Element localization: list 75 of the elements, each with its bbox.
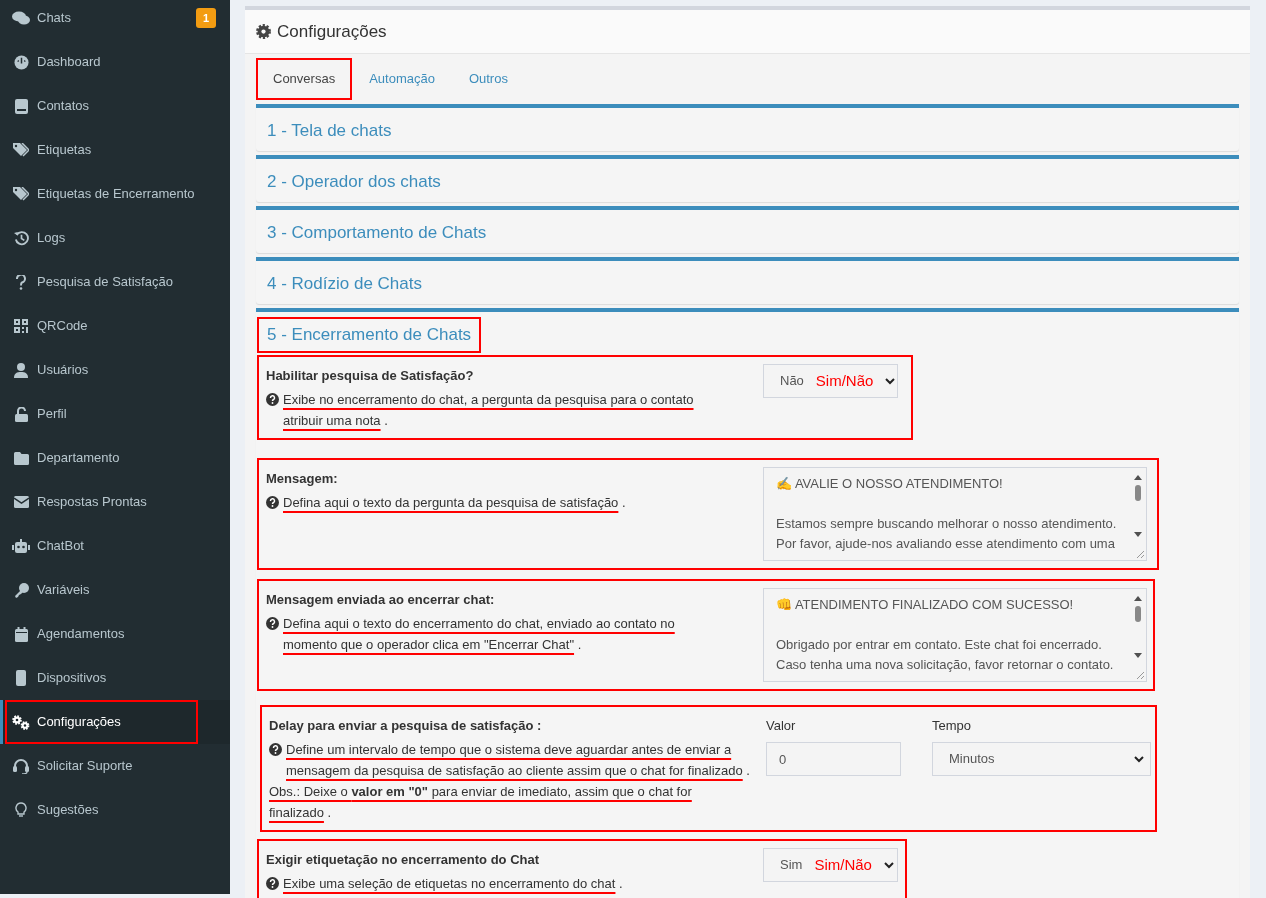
chevron-down-icon (883, 861, 894, 869)
select-field[interactable]: Minutos (932, 742, 1151, 776)
field-label: Delay para enviar a pesquisa de satisfação : (269, 717, 543, 735)
address-book-icon (12, 98, 30, 114)
help-text: Define um intervalo de tempo que o sistema deve aguardar antes de enviar a mensagem da pesquisa de satisfação ao cliente assim que o chat for finalizado . (286, 741, 750, 780)
input-field[interactable]: 0 (766, 742, 901, 776)
chevron-down-icon (885, 377, 896, 385)
textarea-field[interactable]: ✍ AVALIE O NOSSO ATENDIMENTO! Estamos sempre buscando melhorar o nosso atendimento. Por favor, ajude-nos avaliando esse atendimento com uma (763, 467, 1147, 561)
user-icon (12, 362, 30, 378)
qr-code-icon (12, 319, 30, 333)
tags-icon (12, 143, 30, 157)
select-field[interactable]: Não Sim/Não (763, 364, 898, 398)
robot-icon (12, 539, 30, 553)
sidebar-item[interactable]: Pesquisa de Satisfação (5, 260, 198, 304)
sidebar-item[interactable]: Usuários (5, 348, 198, 392)
field-label: Tempo (932, 717, 973, 735)
history-icon (12, 230, 30, 246)
key-icon (12, 582, 30, 598)
help-text: Defina aqui o texto da pergunta da pesquisa de satisfação . (283, 494, 627, 512)
sidebar-item[interactable]: Etiquetas (5, 128, 198, 172)
sidebar-item[interactable]: Chats (5, 0, 197, 40)
sidebar-item[interactable]: Solicitar Suporte (5, 744, 198, 788)
annotation-text: Sim/Não (815, 370, 874, 391)
sidebar-item[interactable]: Configurações (5, 700, 198, 744)
field-label: Mensagem: (266, 470, 339, 488)
gear-icon (255, 23, 272, 40)
gauge-icon (12, 54, 30, 70)
sidebar-item[interactable]: Logs (5, 216, 198, 260)
sidebar-item[interactable]: QRCode (5, 304, 198, 348)
sidebar-item[interactable]: Contatos (5, 84, 198, 128)
sidebar-item[interactable]: Respostas Prontas (5, 480, 198, 524)
help-icon (269, 743, 282, 756)
padlock-icon (12, 406, 30, 422)
field-label: Valor (766, 717, 797, 735)
sidebar-item[interactable]: Etiquetas de Encerramento (5, 172, 198, 216)
help-icon (266, 496, 279, 509)
sidebar-item[interactable]: Departamento (5, 436, 198, 480)
sidebar-item[interactable]: Variáveis (5, 568, 198, 612)
tab[interactable]: Conversas (256, 58, 353, 100)
sidebar-item[interactable]: ChatBot (5, 524, 198, 568)
help-icon (266, 617, 279, 630)
help-icon (266, 877, 279, 890)
textarea-line: Obrigado por entrar em contato. Este chat foi encerrado. (776, 637, 1102, 652)
lightbulb-icon (12, 802, 30, 818)
field-label: Exigir etiquetação no encerramento do Chat (266, 851, 541, 869)
sidebar-item[interactable]: Dispositivos (5, 656, 198, 700)
help-text: Defina aqui o texto do encerramento do chat, enviado ao contato no momento que o operador clica em "Encerrar Chat" . (283, 615, 676, 654)
textarea-field[interactable]: 👊 ATENDIMENTO FINALIZADO COM SUCESSO! Obrigado por entrar em contato. Este chat foi encerrado. Caso tenha uma nova solicitação, favor retornar o contato. (763, 588, 1147, 682)
gears-icon (12, 714, 30, 730)
envelope-icon (12, 496, 30, 508)
field-label: Mensagem enviada ao encerrar chat: (266, 591, 496, 609)
help-icon (266, 393, 279, 406)
folder-icon (12, 451, 30, 465)
chat-bubbles-icon (12, 11, 30, 25)
textarea-line: 👊 ATENDIMENTO FINALIZADO COM SUCESSO! (776, 597, 1074, 612)
sidebar-item[interactable]: Dashboard (5, 40, 198, 84)
field-label: Habilitar pesquisa de Satisfação? (266, 367, 475, 385)
sidebar-item[interactable]: Agendamentos (5, 612, 198, 656)
tags-icon (12, 187, 30, 201)
sidebar-item[interactable]: Perfil (5, 392, 198, 436)
count-badge: 1 (196, 8, 216, 28)
textarea-line: ✍ AVALIE O NOSSO ATENDIMENTO! (776, 476, 1003, 491)
calendar-icon (12, 626, 30, 642)
headset-icon (12, 758, 30, 774)
textarea-line: Caso tenha uma nova solicitação, favor retornar o contato. (776, 657, 1114, 672)
sidebar-item[interactable]: Sugestões (5, 788, 198, 832)
chevron-down-icon (1134, 755, 1144, 763)
help-text: Exibe uma seleção de etiquetas no encerramento do chat . (283, 875, 624, 893)
help-text: Obs.: Deixe o valor em "0" para enviar de imediato, assim que o chat for finalizado . (269, 783, 693, 822)
textarea-line: Estamos sempre buscando melhorar o nosso atendimento. (776, 516, 1117, 531)
card-title: Configurações (277, 20, 387, 43)
annotation-text: Sim/Não (814, 854, 872, 875)
select-field[interactable]: Sim Sim/Não (763, 848, 898, 882)
textarea-line: Por favor, ajude-nos avaliando esse atendimento com uma (776, 536, 1115, 551)
help-text: Exibe no encerramento do chat, a pergunta da pesquisa para o contato atribuir uma nota . (283, 391, 695, 430)
